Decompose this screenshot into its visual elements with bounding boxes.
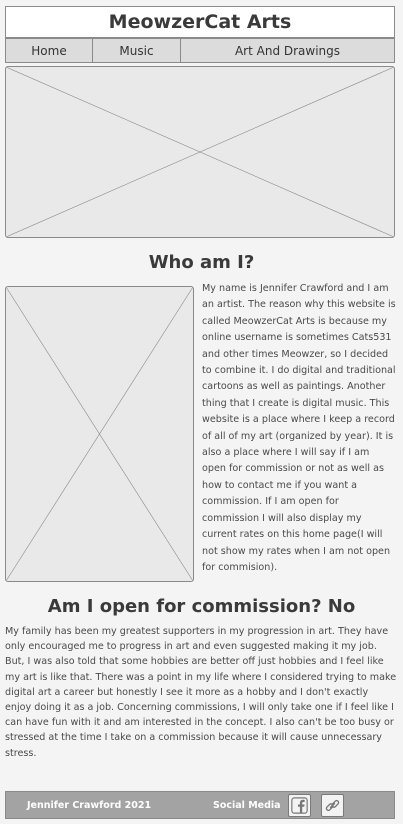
commission-heading: Am I open for commission? No [47,596,356,617]
footer-social-label: Social Media [213,799,281,811]
about-heading: Who am I? [148,252,255,273]
nav-art-and-drawings[interactable]: Art And Drawings [181,39,394,62]
footer: Jennifer Crawford 2021 Social Media [5,791,395,819]
nav-home[interactable]: Home [6,39,93,62]
page: MeowzerCat Arts Home Music Art And Drawi… [0,0,403,824]
about-paragraph: My name is Jennifer Crawford and I am an… [202,283,396,573]
hero-image-placeholder [5,66,395,238]
portrait-image-placeholder [5,286,194,582]
footer-copyright: Jennifer Crawford 2021 [27,799,152,811]
nav-music[interactable]: Music [93,39,181,62]
site-title: MeowzerCat Arts [5,6,395,38]
commission-paragraph: My family has been my greatest supporter… [5,626,397,759]
main-nav: Home Music Art And Drawings [5,38,395,63]
facebook-icon[interactable] [288,794,311,817]
link-icon[interactable] [321,794,344,817]
